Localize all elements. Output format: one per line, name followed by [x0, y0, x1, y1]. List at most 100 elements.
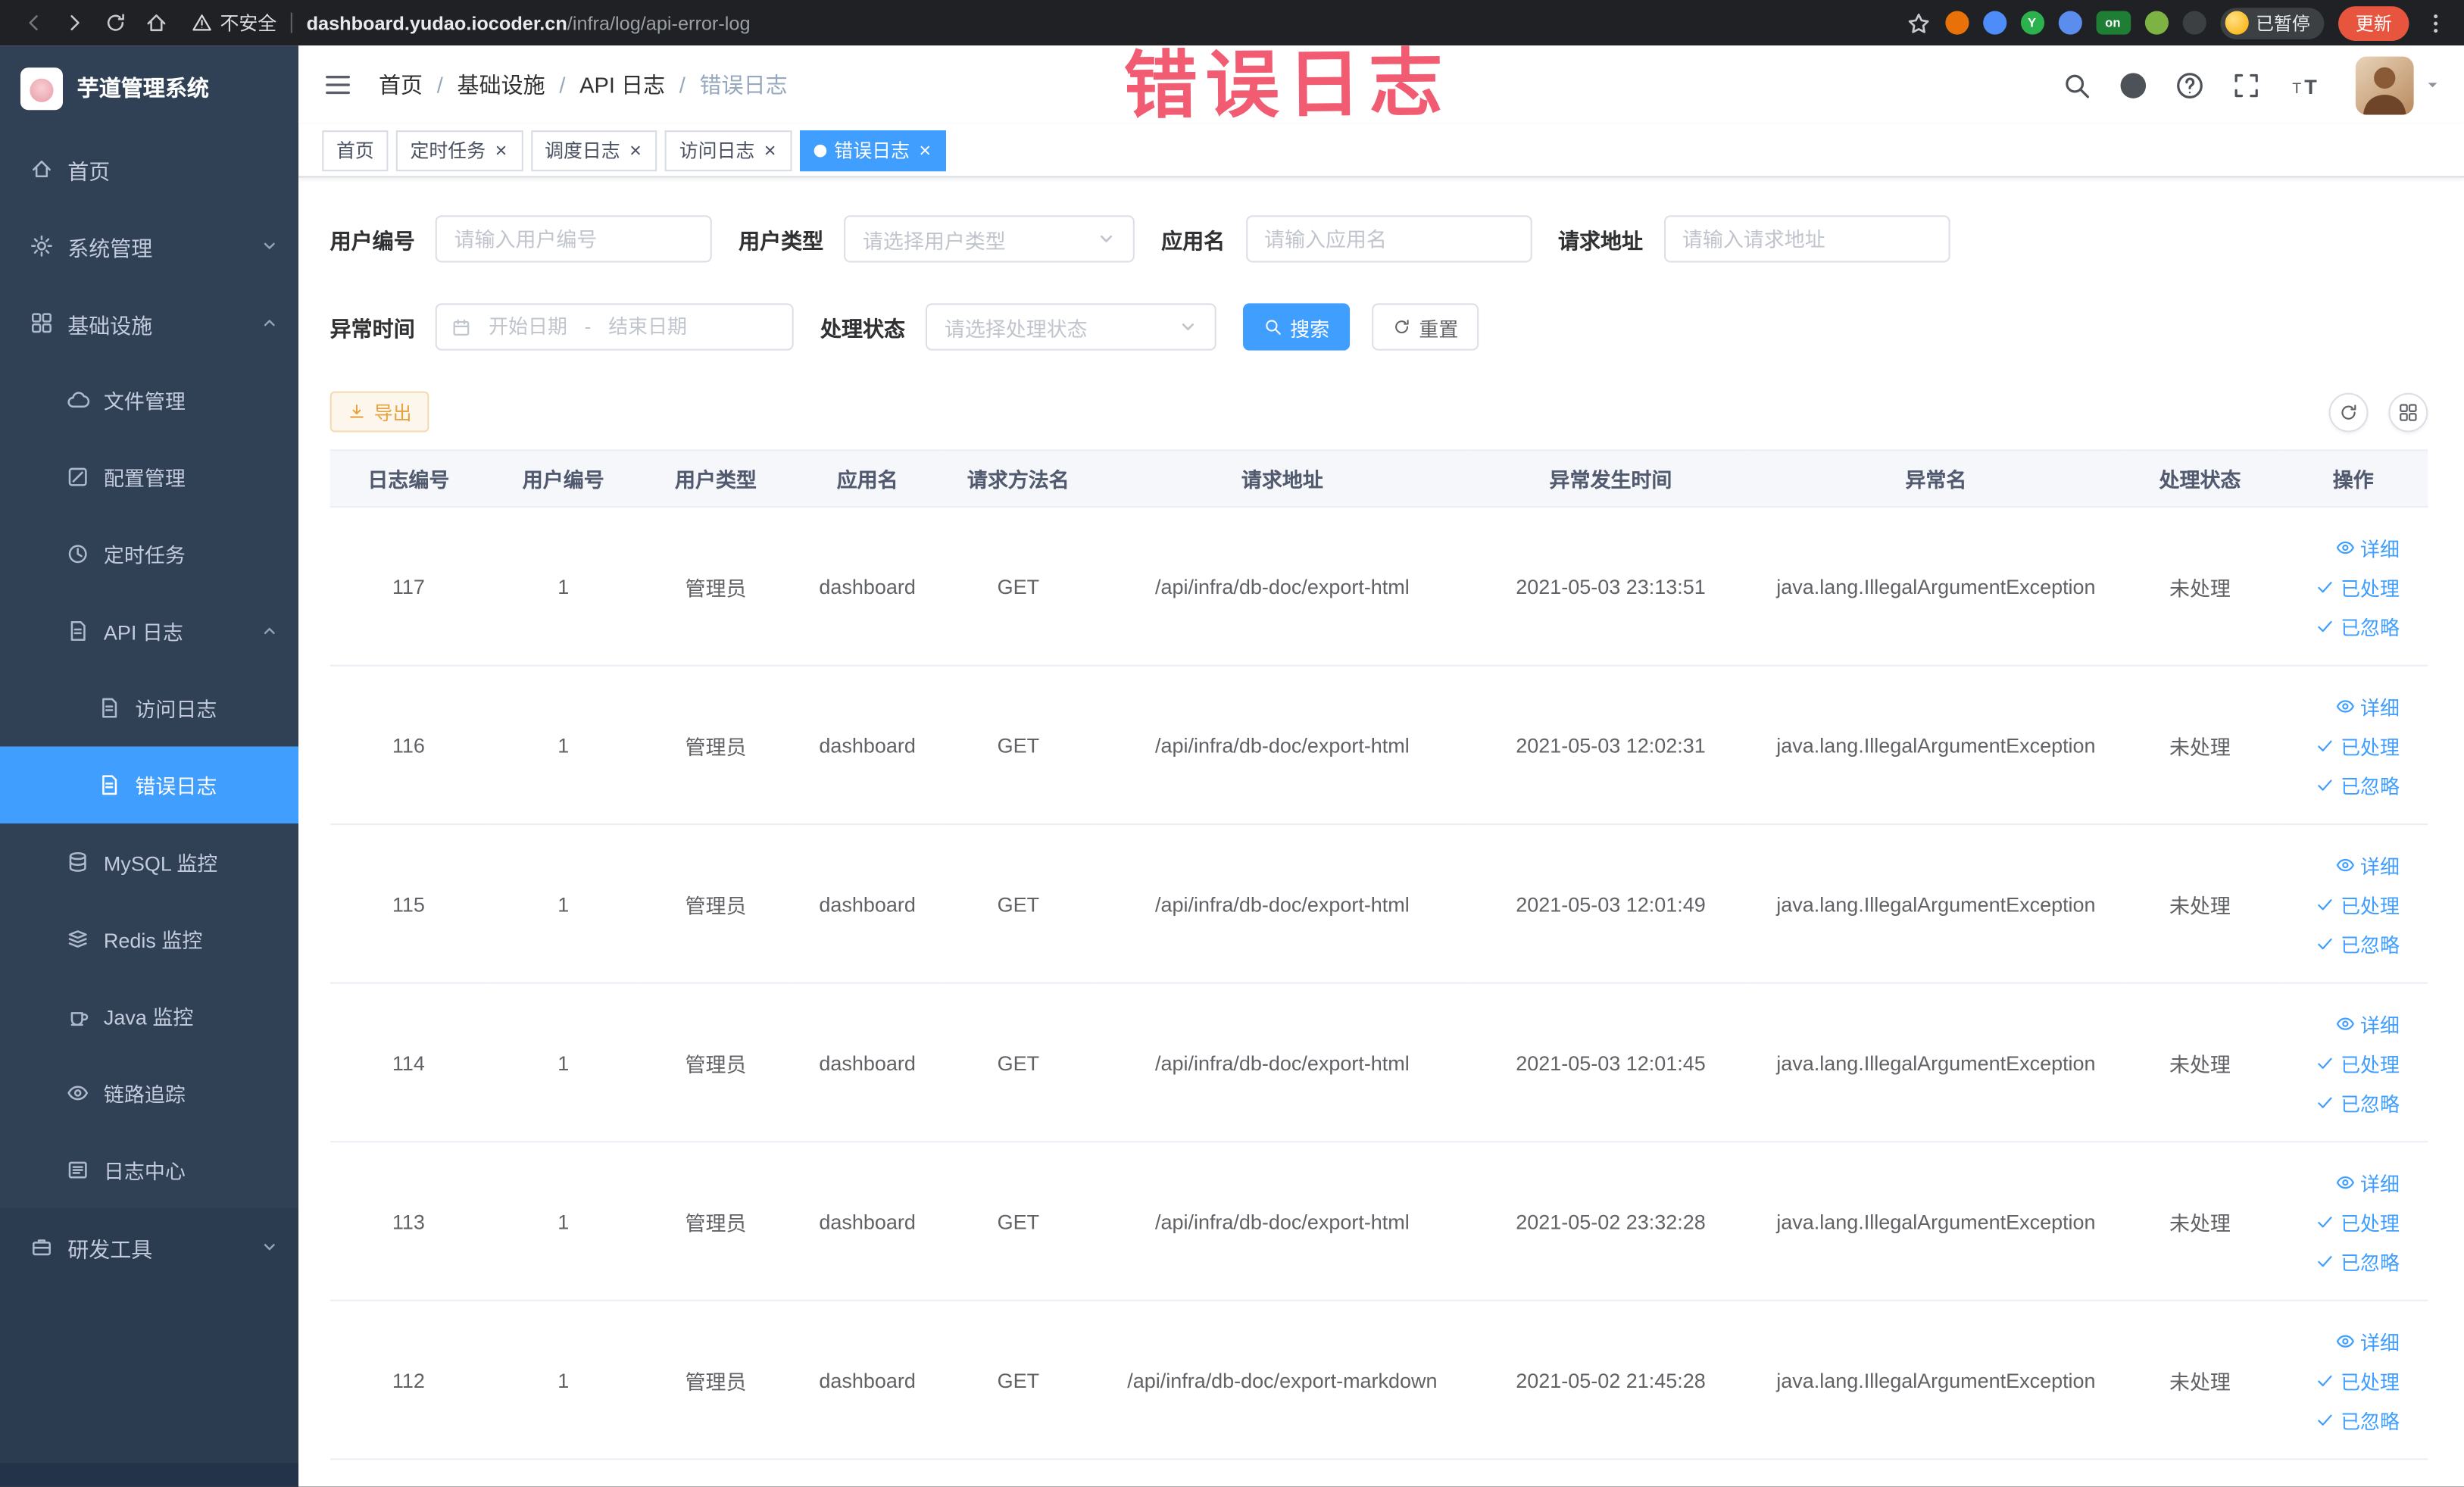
home-button[interactable] — [139, 5, 175, 41]
sidebar-item[interactable]: 研发工具 — [0, 1208, 299, 1286]
sidebar-item[interactable]: 链路追踪 — [0, 1054, 298, 1132]
detail-link[interactable]: 详细 — [2335, 1008, 2400, 1038]
ignored-link[interactable]: 已忽略 — [2316, 770, 2400, 799]
breadcrumb-item[interactable]: API 日志 — [579, 69, 665, 100]
sidebar-item[interactable]: MySQL 监控 — [0, 823, 298, 901]
extension-green-circle-icon[interactable]: Y — [2019, 11, 2044, 35]
sidebar-item[interactable]: API 日志 — [0, 592, 298, 670]
tags-view-tab[interactable]: 访问日志 × — [665, 130, 792, 171]
tags-view-tab[interactable]: 定时任务 × — [395, 130, 523, 171]
user-type-select[interactable]: 请选择用户类型 — [844, 215, 1135, 263]
cell-actions: 详细已处理已忽略 — [2278, 507, 2428, 667]
reload-button[interactable] — [98, 5, 134, 41]
cell-exception: java.lang.IllegalArgumentException — [1750, 824, 2122, 984]
processed-link[interactable]: 已处理 — [2316, 1365, 2400, 1395]
extension-leaf-icon[interactable] — [2144, 11, 2168, 35]
processed-link[interactable]: 已处理 — [2316, 730, 2400, 760]
close-icon[interactable]: × — [763, 140, 778, 161]
tags-view-tab[interactable]: 错误日志 × — [799, 130, 947, 171]
filter-row-1: 用户编号 用户类型 请选择用户类型 应用名 — [330, 215, 2428, 263]
eye-icon — [2335, 536, 2356, 557]
extension-grid-icon[interactable] — [2057, 11, 2081, 35]
page-url: dashboard.yudao.iocoder.cn/infra/log/api… — [306, 11, 751, 34]
address-bar[interactable]: 不安全 dashboard.yudao.iocoder.cn/infra/log… — [192, 9, 1888, 36]
processed-link[interactable]: 已处理 — [2316, 1048, 2400, 1077]
extension-on-badge-icon[interactable]: on — [2095, 11, 2131, 35]
ignored-link[interactable]: 已忽略 — [2316, 928, 2400, 957]
bookmark-star-icon[interactable] — [1905, 10, 1930, 35]
processed-link[interactable]: 已处理 — [2316, 889, 2400, 918]
font-size-icon[interactable]: TT — [2288, 70, 2323, 99]
browser-update-button[interactable]: 更新 — [2338, 5, 2409, 40]
sidebar-item[interactable]: 基础设施 — [0, 285, 298, 362]
github-icon[interactable] — [2119, 70, 2148, 99]
close-icon[interactable]: × — [493, 140, 508, 161]
check-icon — [2316, 1092, 2336, 1112]
sidebar-item[interactable]: Redis 监控 — [0, 901, 298, 978]
fullscreen-icon[interactable] — [2231, 70, 2261, 99]
extension-orange-icon[interactable] — [1944, 11, 1969, 35]
detail-link[interactable]: 详细 — [2335, 691, 2400, 720]
detail-link[interactable]: 详细 — [2335, 1326, 2400, 1355]
sidebar-item[interactable]: 配置管理 — [0, 439, 298, 516]
breadcrumb-item[interactable]: 基础设施 — [457, 69, 545, 100]
eye-icon — [2335, 1013, 2356, 1033]
sidebar-item[interactable]: 首页 — [0, 130, 298, 208]
ignored-link[interactable]: 已忽略 — [2316, 1245, 2400, 1275]
search-button[interactable]: 搜索 — [1243, 303, 1351, 351]
detail-link[interactable]: 详细 — [2335, 1167, 2400, 1196]
forward-button[interactable] — [57, 5, 93, 41]
sidebar-item[interactable]: Java 监控 — [0, 977, 298, 1054]
eye-icon — [2335, 854, 2356, 875]
column-visibility-button[interactable] — [2388, 392, 2428, 432]
active-dot — [814, 143, 826, 157]
end-date-input[interactable] — [598, 315, 697, 339]
column-header: 处理状态 — [2121, 449, 2279, 508]
sidebar-item[interactable]: 文件管理 — [0, 361, 298, 439]
breadcrumb-item[interactable]: 首页 — [379, 69, 423, 100]
action-label: 已处理 — [2341, 577, 2400, 600]
sidebar-item[interactable]: 错误日志 — [0, 746, 299, 824]
hamburger-icon[interactable] — [322, 69, 353, 100]
extension-paw-icon[interactable] — [2181, 11, 2206, 35]
user-id-input[interactable] — [435, 215, 712, 263]
cell-status: 未处理 — [2121, 824, 2279, 984]
cell-url: /api/infra/db-doc/export-html — [1093, 982, 1471, 1143]
tags-view-tab[interactable]: 调度日志 × — [530, 130, 657, 171]
request-url-input[interactable] — [1663, 215, 1950, 263]
app-name-input[interactable] — [1245, 215, 1532, 263]
action-label: 已处理 — [2341, 895, 2400, 917]
help-icon[interactable] — [2175, 70, 2204, 99]
sidebar-item[interactable]: 访问日志 — [0, 670, 298, 747]
processed-link[interactable]: 已处理 — [2316, 1206, 2400, 1236]
refresh-icon — [2338, 401, 2359, 422]
close-icon[interactable]: × — [917, 140, 932, 161]
detail-link[interactable]: 详细 — [2335, 849, 2400, 879]
profile-paused-badge[interactable]: 已暂停 — [2219, 7, 2325, 39]
back-button[interactable] — [16, 5, 52, 41]
ignored-link[interactable]: 已忽略 — [2316, 1404, 2400, 1434]
extension-blue-icon[interactable] — [1982, 11, 2006, 35]
close-icon[interactable]: × — [628, 140, 643, 161]
processed-link[interactable]: 已处理 — [2316, 571, 2400, 601]
tags-view-tab[interactable]: 首页 — [322, 130, 389, 171]
mysql-icon — [66, 850, 89, 873]
refresh-button[interactable] — [2328, 392, 2369, 432]
browser-menu-icon[interactable] — [2423, 10, 2448, 35]
user-menu[interactable] — [2355, 55, 2441, 114]
sidebar-item[interactable]: 日志中心 — [0, 1132, 298, 1209]
table-row: 113 1 管理员 dashboard GET/api/infra/db-doc/exp… — [329, 1142, 2428, 1301]
export-button[interactable]: 导出 — [329, 391, 429, 433]
app-logo[interactable]: 芋道管理系统 — [0, 45, 298, 130]
search-icon[interactable] — [2062, 70, 2091, 99]
ignored-link[interactable]: 已忽略 — [2316, 1087, 2400, 1117]
process-status-select[interactable]: 请选择处理状态 — [925, 303, 1216, 351]
start-date-input[interactable] — [479, 315, 577, 339]
security-chip[interactable]: 不安全 — [192, 9, 276, 36]
reset-button[interactable]: 重置 — [1372, 303, 1479, 351]
detail-link[interactable]: 详细 — [2335, 532, 2400, 561]
sidebar-item[interactable]: 定时任务 — [0, 515, 298, 592]
sidebar-item[interactable]: 系统管理 — [0, 208, 298, 285]
date-range-picker[interactable]: - — [435, 303, 794, 351]
ignored-link[interactable]: 已忽略 — [2316, 611, 2400, 640]
